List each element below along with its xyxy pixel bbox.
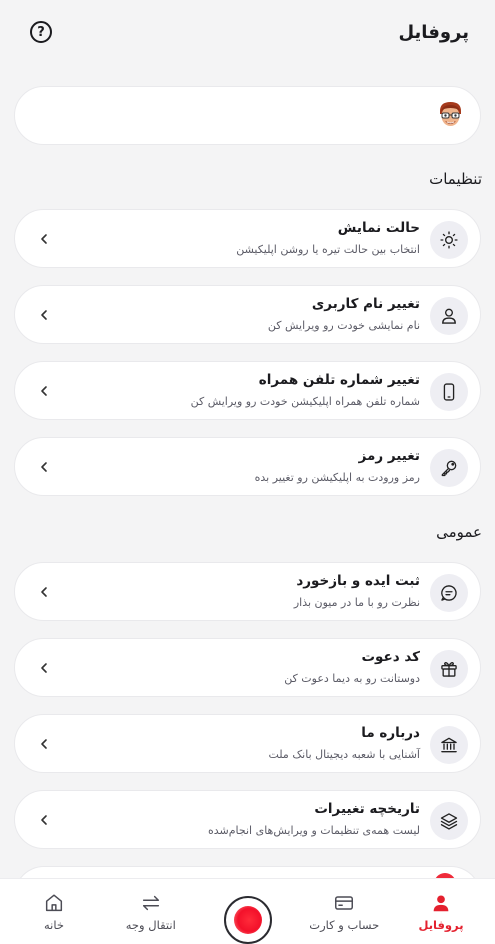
general-item-changelog[interactable]: تاریخچه تغییرات لیست همه‌ی تنظیمات و ویر… — [14, 790, 481, 849]
chevron-left-icon — [41, 587, 47, 597]
chevron-left-icon — [41, 310, 47, 320]
item-subtitle: نظرت رو با ما در میون بذار — [293, 596, 420, 609]
settings-item-password[interactable]: تغییر رمز رمز ورودت به اپلیکیشن رو تغییر… — [14, 437, 481, 496]
item-title: درباره ما — [361, 725, 420, 741]
settings-item-username[interactable]: تغییر نام کاربری نام نمایشی خودت رو ویرا… — [14, 285, 481, 344]
bottom-nav: خانه انتقال وجه حساب و کارت پروفایل — [0, 878, 495, 944]
nav-profile-label: پروفایل — [418, 918, 464, 932]
item-title: تغییر نام کاربری — [311, 296, 420, 312]
nav-accounts-label: حساب و کارت — [309, 918, 380, 932]
item-title: حالت نمایش — [337, 220, 420, 236]
user-icon — [430, 297, 468, 335]
item-subtitle: دوستانت رو به دیما دعوت کن — [284, 672, 420, 685]
item-title: تغییر رمز — [358, 448, 420, 464]
item-title: ثبت ایده و بازخورد — [296, 573, 420, 589]
nav-home-label: خانه — [44, 918, 64, 932]
settings-item-phone[interactable]: تغییر شماره تلفن همراه شماره تلفن همراه … — [14, 361, 481, 420]
chevron-left-icon — [41, 462, 47, 472]
logo-icon — [233, 906, 262, 934]
item-title: کد دعوت — [361, 649, 420, 665]
nav-accounts[interactable]: حساب و کارت — [304, 879, 384, 944]
transfer-arrows-icon — [142, 895, 159, 911]
center-action-button[interactable] — [223, 896, 272, 944]
chevron-left-icon — [41, 739, 47, 749]
nav-profile[interactable]: پروفایل — [401, 879, 481, 944]
chat-bubble-icon — [430, 574, 468, 612]
phone-icon — [430, 373, 468, 411]
sun-icon — [430, 221, 468, 259]
settings-item-display-mode[interactable]: حالت نمایش انتخاب بین حالت تیره یا روشن … — [14, 209, 481, 268]
page-title: پروفایل — [398, 21, 469, 43]
item-subtitle: شماره تلفن همراه اپلیکیشن خودت رو ویرایش… — [190, 395, 420, 408]
item-subtitle: لیست همه‌ی تنظیمات و ویرایش‌های انجام‌شد… — [207, 824, 420, 837]
item-subtitle: نام نمایشی خودت رو ویرایش کن — [267, 319, 420, 332]
key-icon — [430, 449, 468, 487]
chevron-left-icon — [41, 815, 47, 825]
nav-center[interactable] — [208, 879, 288, 944]
nav-home[interactable]: خانه — [14, 879, 94, 944]
avatar — [440, 102, 461, 126]
item-subtitle: انتخاب بین حالت تیره یا روشن اپلیکیشن — [236, 243, 420, 256]
gift-icon — [430, 650, 468, 688]
card-icon — [335, 896, 354, 910]
general-item-invite-code[interactable]: کد دعوت دوستانت رو به دیما دعوت کن — [14, 638, 481, 697]
general-item-feedback[interactable]: ثبت ایده و بازخورد نظرت رو با ما در میون… — [14, 562, 481, 621]
item-title: تاریخچه تغییرات — [314, 801, 420, 817]
chevron-left-icon — [41, 234, 47, 244]
layers-icon — [430, 802, 468, 840]
chevron-left-icon — [41, 386, 47, 396]
help-icon[interactable]: ? — [30, 21, 52, 43]
general-item-about-us[interactable]: درباره ما آشنایی با شعبه دیجیتال بانک مل… — [14, 714, 481, 773]
home-icon — [45, 894, 63, 912]
chevron-left-icon — [41, 663, 47, 673]
item-title: تغییر شماره تلفن همراه — [258, 372, 420, 388]
profile-card[interactable] — [14, 86, 481, 145]
item-subtitle: آشنایی با شعبه دیجیتال بانک ملت — [268, 748, 420, 761]
profile-icon — [433, 895, 449, 912]
nav-transfer[interactable]: انتقال وجه — [111, 879, 191, 944]
bank-icon — [430, 726, 468, 764]
section-title-settings: تنظیمات — [429, 170, 482, 188]
item-subtitle: رمز ورودت به اپلیکیشن رو تغییر بده — [254, 471, 420, 484]
header: پروفایل ? — [0, 0, 495, 64]
section-title-general: عمومی — [436, 523, 482, 541]
nav-transfer-label: انتقال وجه — [125, 918, 176, 932]
